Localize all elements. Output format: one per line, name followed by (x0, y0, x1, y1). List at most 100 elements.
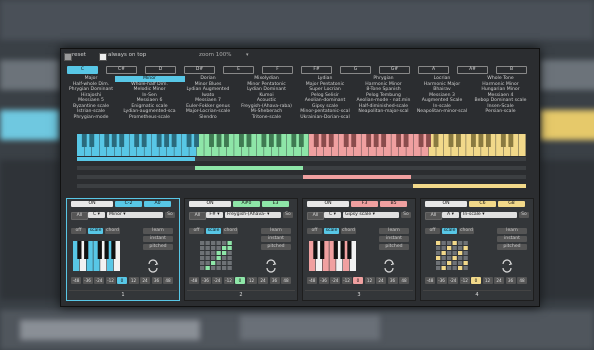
octave-button[interactable]: -24 (330, 277, 340, 284)
root-button-D[interactable]: D (145, 66, 176, 74)
mode-off-button[interactable]: off (189, 228, 204, 234)
piano-keyboard[interactable] (77, 134, 526, 156)
black-key[interactable] (328, 134, 334, 147)
mode-chord-button[interactable]: chord (459, 228, 474, 234)
mode-scale-button[interactable]: scale (442, 228, 457, 234)
black-key[interactable] (194, 134, 199, 147)
white-key[interactable] (518, 134, 526, 156)
all-select[interactable]: All (189, 212, 206, 220)
note-high[interactable]: A0 (144, 201, 171, 207)
black-key[interactable] (456, 134, 461, 147)
black-key[interactable] (171, 134, 177, 147)
black-key[interactable] (343, 134, 349, 147)
octave-button[interactable]: -36 (200, 277, 211, 284)
root-select[interactable]: C ▾ (88, 212, 105, 218)
learn-button[interactable]: learn (379, 228, 409, 234)
on-button[interactable]: ON (425, 201, 467, 207)
range-bar[interactable] (195, 166, 303, 170)
note-grid[interactable] (191, 241, 239, 271)
octave-button[interactable]: 0 (117, 277, 127, 284)
octave-button[interactable]: -12 (105, 277, 116, 284)
black-key[interactable] (291, 134, 297, 147)
octave-button[interactable]: -12 (459, 277, 470, 284)
pitched-button[interactable]: pitched (497, 244, 527, 250)
octave-button[interactable]: 0 (235, 277, 245, 284)
black-key[interactable] (134, 134, 140, 147)
octave-button[interactable]: 36 (269, 277, 280, 284)
black-key[interactable] (81, 134, 87, 147)
octave-button[interactable]: -48 (189, 277, 199, 284)
root-button-G[interactable]: G (340, 66, 371, 74)
black-key[interactable] (321, 134, 327, 147)
scale-item[interactable]: Bebop Dominant scale (466, 98, 536, 104)
black-key[interactable] (381, 134, 387, 147)
loop-icon[interactable] (382, 259, 396, 273)
black-key[interactable] (433, 134, 439, 147)
black-key[interactable] (209, 134, 214, 147)
root-button-Fsharp[interactable]: F# (301, 66, 332, 74)
black-key[interactable] (268, 134, 274, 147)
root-button-Csharp[interactable]: C# (106, 66, 137, 74)
pitched-button[interactable]: pitched (261, 244, 291, 250)
loop-icon[interactable] (500, 259, 514, 273)
black-key[interactable] (239, 134, 244, 147)
black-key[interactable] (141, 134, 147, 147)
note-grid[interactable] (427, 241, 475, 271)
mode-off-button[interactable]: off (71, 228, 86, 234)
mode-off-button[interactable]: off (425, 228, 440, 234)
learn-button[interactable]: learn (261, 228, 291, 234)
pitched-button[interactable]: pitched (143, 244, 173, 250)
octave-button[interactable]: 48 (281, 277, 291, 284)
scale-select[interactable]: Gipsy scale ▾ (343, 212, 399, 218)
octave-button[interactable]: 0 (471, 277, 481, 284)
on-button[interactable]: ON (189, 201, 231, 207)
octave-button[interactable]: -36 (436, 277, 447, 284)
scale-item[interactable]: Ukrainian-Dorian-scal (290, 115, 360, 121)
octave-button[interactable]: -12 (341, 277, 352, 284)
octave-button[interactable]: -24 (212, 277, 222, 284)
mode-scale-button[interactable]: scale (88, 228, 103, 234)
loop-icon[interactable] (264, 259, 278, 273)
black-key[interactable] (186, 134, 192, 147)
range-bar[interactable] (413, 184, 526, 188)
all-select[interactable]: All (425, 212, 442, 220)
root-button-B[interactable]: B (496, 66, 527, 74)
note-low[interactable]: C6 (469, 201, 496, 207)
octave-button[interactable]: -36 (82, 277, 93, 284)
mode-chord-button[interactable]: chord (341, 228, 356, 234)
root-button-E[interactable]: E (223, 66, 254, 74)
root-select[interactable]: C ▾ (324, 212, 341, 218)
black-key[interactable] (276, 134, 282, 147)
mode-scale-button[interactable]: scale (324, 228, 339, 234)
octave-button[interactable]: -48 (425, 277, 435, 284)
on-button[interactable]: ON (307, 201, 349, 207)
octave-button[interactable]: 36 (387, 277, 398, 284)
note-low[interactable]: A#0 (233, 201, 260, 207)
root-button-Dsharp[interactable]: D# (184, 66, 215, 74)
octave-button[interactable]: -48 (71, 277, 81, 284)
instant-button[interactable]: instant (379, 236, 409, 242)
octave-button[interactable]: 12 (128, 277, 139, 284)
learn-button[interactable]: learn (143, 228, 173, 234)
black-key[interactable] (366, 134, 372, 147)
black-key[interactable] (216, 134, 222, 147)
root-button-C[interactable]: C (67, 66, 98, 74)
note-high[interactable]: G8 (498, 201, 525, 207)
black-key[interactable] (426, 134, 431, 147)
instant-button[interactable]: instant (143, 236, 173, 242)
octave-button[interactable]: -36 (318, 277, 329, 284)
black-key[interactable] (89, 134, 95, 147)
instant-button[interactable]: instant (261, 236, 291, 242)
root-button-Gsharp[interactable]: G# (379, 66, 410, 74)
chevron-down-icon[interactable]: ▾ (246, 52, 249, 58)
reset-checkbox[interactable] (64, 53, 72, 61)
so-button[interactable]: So (165, 212, 175, 218)
root-button-F[interactable]: F (262, 66, 293, 74)
mode-chord-button[interactable]: chord (223, 228, 238, 234)
black-key[interactable] (403, 134, 409, 147)
octave-button[interactable]: 48 (399, 277, 409, 284)
black-key[interactable] (485, 134, 491, 147)
black-key[interactable] (119, 134, 125, 147)
scale-item[interactable]: Persian-scale (466, 109, 536, 115)
mini-keyboard[interactable] (309, 241, 357, 271)
